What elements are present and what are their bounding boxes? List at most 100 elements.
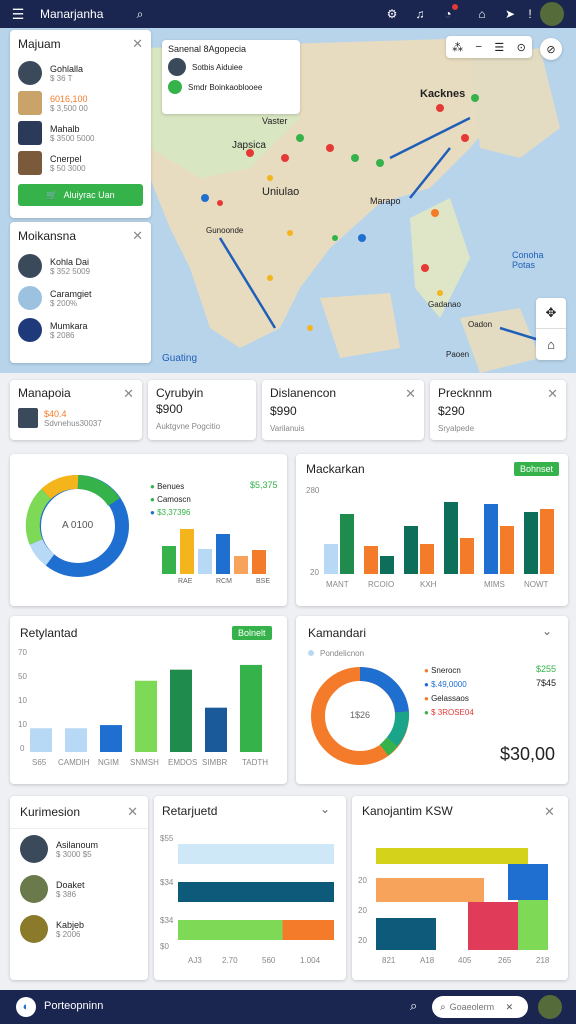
notification-dot <box>452 4 458 10</box>
search-icon: ⌕ <box>440 1001 446 1013</box>
user-avatar[interactable] <box>540 2 564 26</box>
close-icon[interactable]: ✕ <box>127 804 138 820</box>
y-tick-label: $34 <box>160 878 174 887</box>
x-tick-label: EMDOS <box>168 758 198 767</box>
map-label: Gunoonde <box>206 226 244 235</box>
chart-block <box>376 878 484 902</box>
zoom-out-button[interactable]: − <box>476 41 482 53</box>
chart-block <box>508 864 548 900</box>
status-badge[interactable]: Bohnset <box>514 462 560 476</box>
location-icon[interactable]: ⊙ <box>517 41 526 54</box>
retarjuetd-card: Retarjuetd ⌄ $55 $34 $34 $0 AJ3 2.70 560… <box>154 796 346 980</box>
map-marker <box>326 144 334 152</box>
list-item[interactable]: Kabjeb $ 2006 <box>10 909 148 949</box>
bottom-bar: ◐ Porteopninn ⌕ ⌕ ✕ <box>0 990 576 1024</box>
action-button[interactable]: 🛒 Aluiyrac Uan <box>18 184 143 206</box>
compass-button[interactable]: ⊘ <box>540 38 562 60</box>
bell-icon[interactable]: ♫ <box>410 4 430 24</box>
summary-title: Dislanencon <box>270 386 337 400</box>
map-marker <box>358 234 366 242</box>
map-marker <box>287 230 293 236</box>
item-sub: $ 200% <box>50 298 78 308</box>
list-item[interactable]: Doaket $ 386 <box>10 869 148 909</box>
list-item[interactable]: Cnerpel $ 50 3000 <box>10 148 151 178</box>
legend-item: ● $ 3ROSE04 <box>424 708 474 717</box>
close-icon[interactable]: ✕ <box>405 386 416 402</box>
home-view-icon[interactable]: ⌂ <box>536 329 566 360</box>
x-tick-label: SNMSH <box>130 758 159 767</box>
chart-bar <box>216 534 230 574</box>
item-name: Kabjeb <box>56 919 85 930</box>
close-icon[interactable]: ✕ <box>123 386 134 402</box>
list-item[interactable]: Mumkara $ 2086 <box>10 314 151 346</box>
chevron-down-icon[interactable]: ⌄ <box>320 802 330 816</box>
x-tick-label: 218 <box>536 956 550 965</box>
summary-value: $290 <box>438 404 465 418</box>
list-icon[interactable]: ☰ <box>494 41 504 54</box>
southeast-island <box>460 308 540 373</box>
x-tick-label: 560 <box>262 956 276 965</box>
hamburger-menu-icon[interactable]: ☰ <box>8 4 28 24</box>
settings-icon[interactable]: ⚙ <box>382 4 402 24</box>
summary-card[interactable]: Manapoia ✕ $40.4 Sdvnehus30037 <box>10 380 142 440</box>
item-name: Asilanoum <box>56 839 99 850</box>
chart-bar <box>178 844 334 864</box>
x-tick-label: NGIM <box>98 758 119 767</box>
card-title: Retylantad <box>20 626 78 640</box>
legend-label: Camoscn <box>157 495 191 504</box>
chart-bar <box>420 544 434 574</box>
search-icon[interactable]: ⌕ <box>130 4 150 24</box>
send-icon[interactable]: ➤ <box>500 4 520 24</box>
close-icon[interactable]: ✕ <box>132 228 143 244</box>
item-sub: $ 2006 <box>56 929 81 939</box>
chevron-down-icon[interactable]: ⌄ <box>542 624 552 638</box>
close-icon[interactable]: ✕ <box>506 1002 514 1013</box>
user-avatar[interactable] <box>538 995 562 1019</box>
list-item[interactable]: Gohlalla $ 36 T <box>10 58 151 88</box>
alert-icon[interactable]: ! <box>520 4 540 24</box>
item-sub: $ 3000 $5 <box>56 849 92 859</box>
app-logo-icon[interactable]: ◐ <box>16 997 36 1017</box>
kanojantim-card: Kanojantim KSW ✕ 20 20 20 821 A18 405 26… <box>352 796 568 980</box>
item-name: Doaket <box>56 879 85 890</box>
summary-sub: Auktgvne Pogcitio <box>156 422 221 431</box>
summary-sub: Varilanuis <box>270 424 305 433</box>
list-item[interactable]: Mahalb $ 3500 5000 <box>10 118 151 148</box>
panel-title: Moikansna <box>18 229 77 243</box>
layers-icon[interactable]: ⁂ <box>452 41 463 54</box>
search-icon[interactable]: ⌕ <box>410 998 417 1014</box>
avatar <box>18 151 42 175</box>
close-icon[interactable]: ✕ <box>132 36 143 52</box>
close-icon[interactable]: ✕ <box>547 386 558 402</box>
network-icon[interactable]: ✥ <box>536 298 566 329</box>
chart-bar <box>135 680 157 752</box>
summary-card[interactable]: Precknnm ✕ $290 Sryalpede <box>430 380 566 440</box>
bottom-title: Porteopninn <box>44 1000 104 1012</box>
x-tick-label: KXH <box>420 580 437 589</box>
status-badge[interactable]: Bolnelt <box>232 626 272 640</box>
map-label: Oadon <box>468 320 493 329</box>
summary-card[interactable]: Dislanencon ✕ $990 Varilanuis <box>262 380 424 440</box>
list-item[interactable]: 6016,100 $ 3,500 00 <box>10 88 151 118</box>
map-label: Japsica <box>232 140 266 151</box>
list-item[interactable]: Caramgiet $ 200% <box>10 282 151 314</box>
map-marker <box>431 209 439 217</box>
chart-block <box>518 900 548 950</box>
filter-dot <box>308 650 314 656</box>
legend-item: ● Camoscn <box>150 495 191 504</box>
action-button-label: Aluiyrac Uan <box>63 190 115 200</box>
chart-bar <box>234 556 248 574</box>
summary-title: Manapoia <box>18 386 71 400</box>
home-icon[interactable]: ⌂ <box>472 4 492 24</box>
list-item[interactable]: Asilanoum $ 3000 $5 <box>10 828 148 869</box>
close-icon[interactable]: ✕ <box>544 804 555 820</box>
popup-status-icon <box>168 80 182 94</box>
chart-block <box>376 848 528 864</box>
chart-block <box>376 918 436 950</box>
list-item[interactable]: Kohla Dai $ 352 5009 <box>10 250 151 282</box>
search-field[interactable]: ⌕ ✕ <box>432 996 528 1018</box>
search-input[interactable] <box>449 1002 506 1012</box>
card-title: Kamandari <box>308 626 367 640</box>
map-marker <box>461 134 469 142</box>
summary-card[interactable]: Cyrubyin $900 Auktgvne Pogcitio <box>148 380 256 440</box>
